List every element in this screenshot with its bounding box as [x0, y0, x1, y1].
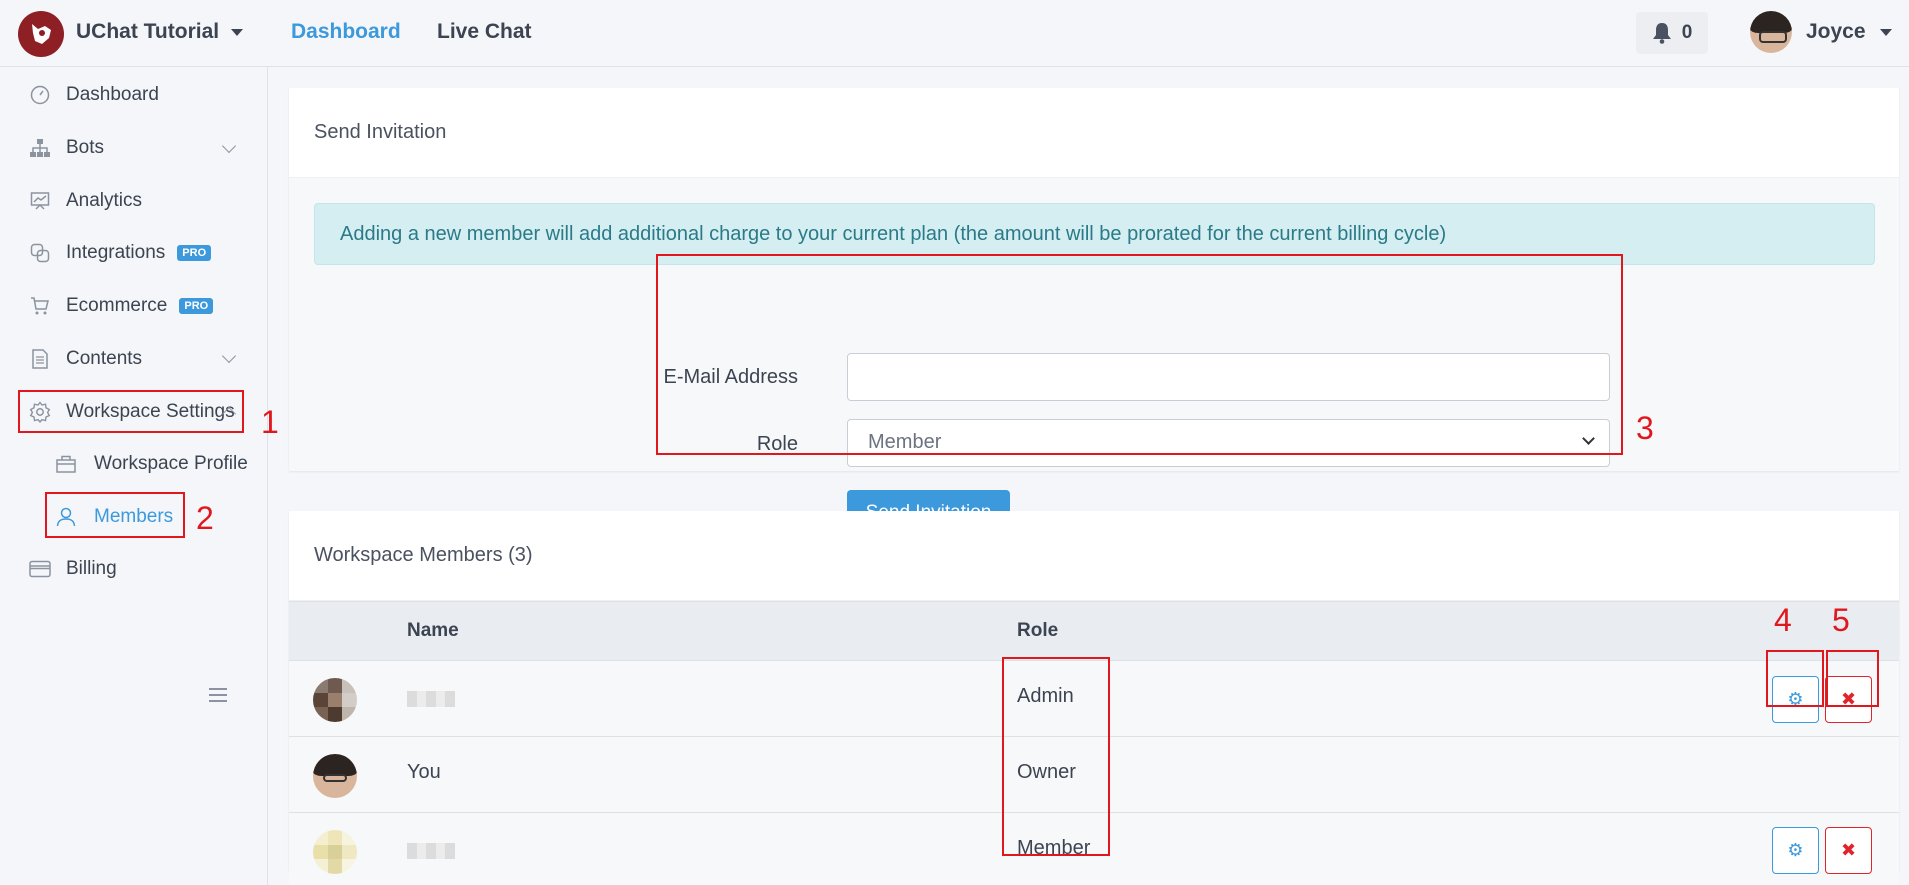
sidebar-item-workspace-profile[interactable]: Workspace Profile — [54, 453, 248, 475]
chevron-down-icon[interactable] — [221, 138, 237, 154]
collapse-sidebar-icon[interactable] — [209, 688, 227, 706]
annotation-number: 3 — [1636, 410, 1654, 446]
member-avatar — [313, 754, 357, 798]
cart-icon — [28, 295, 52, 317]
sidebar-item-bots[interactable]: Bots — [28, 137, 104, 159]
close-icon: ✖ — [1840, 840, 1857, 860]
sidebar-item-integrations[interactable]: Integrations PRO — [28, 242, 212, 264]
nav-dashboard[interactable]: Dashboard — [291, 20, 401, 44]
chart-icon — [28, 190, 52, 212]
sidebar-item-label: Ecommerce — [66, 295, 168, 316]
link-icon — [28, 242, 52, 264]
credit-card-icon — [28, 558, 52, 580]
notifications-button[interactable]: 0 — [1636, 12, 1708, 54]
bell-icon — [1652, 23, 1671, 44]
chevron-down-icon[interactable] — [221, 348, 237, 364]
annotation-number: 4 — [1774, 602, 1792, 638]
annotation-box-remove-button — [1826, 650, 1879, 707]
annotation-number: 2 — [196, 500, 214, 536]
annotation-number: 5 — [1832, 602, 1850, 638]
workspace-name: UChat Tutorial — [76, 20, 220, 43]
card-title: Send Invitation — [289, 88, 1899, 178]
sidebar-item-ecommerce[interactable]: Ecommerce PRO — [28, 295, 214, 317]
brand-logo-icon[interactable] — [18, 11, 64, 57]
sidebar-item-label: Bots — [66, 137, 105, 158]
annotation-box-members — [45, 492, 185, 538]
table-header: Name Role — [289, 601, 1899, 661]
sidebar-item-label: Integrations — [66, 242, 166, 263]
pro-badge: PRO — [177, 245, 212, 261]
notification-count: 0 — [1681, 22, 1693, 43]
document-icon — [28, 348, 52, 370]
briefcase-icon — [54, 453, 78, 475]
member-avatar — [313, 678, 357, 722]
sidebar: Dashboard Bots Analytics Integrations PR… — [0, 67, 268, 885]
card-title: Workspace Members (3) — [289, 511, 1899, 601]
user-avatar — [1750, 11, 1792, 53]
caret-down-icon — [231, 28, 244, 36]
member-settings-button[interactable]: ⚙ — [1772, 827, 1819, 874]
sitemap-icon — [28, 137, 52, 159]
top-navbar: UChat Tutorial Dashboard Live Chat 0 Joy… — [0, 0, 1909, 67]
pro-badge: PRO — [179, 298, 214, 314]
sidebar-item-analytics[interactable]: Analytics — [28, 190, 142, 212]
member-avatar — [313, 830, 357, 874]
remove-member-button[interactable]: ✖ — [1825, 827, 1872, 874]
caret-down-icon — [1879, 28, 1892, 36]
sidebar-item-contents[interactable]: Contents — [28, 348, 142, 370]
annotation-number: 1 — [261, 404, 279, 440]
member-name-redacted — [407, 691, 455, 707]
sidebar-item-label: Analytics — [66, 190, 143, 211]
gear-icon: ⚙ — [1787, 840, 1804, 860]
sidebar-item-dashboard[interactable]: Dashboard — [28, 84, 159, 106]
column-header-role: Role — [1017, 620, 1059, 641]
sidebar-item-label: Dashboard — [66, 84, 159, 105]
annotation-box-settings-button — [1766, 650, 1824, 707]
column-header-name: Name — [407, 620, 459, 641]
nav-live-chat[interactable]: Live Chat — [437, 20, 532, 44]
user-name: Joyce — [1806, 20, 1866, 43]
sidebar-item-label: Contents — [66, 348, 143, 369]
annotation-box-roles — [1002, 657, 1110, 856]
annotation-box-workspace-settings — [18, 390, 244, 433]
sidebar-item-billing[interactable]: Billing — [28, 558, 117, 580]
dashboard-icon — [28, 84, 52, 106]
user-menu[interactable]: Joyce — [1750, 11, 1892, 53]
member-name-redacted — [407, 843, 455, 859]
member-name: You — [407, 761, 441, 783]
sidebar-item-label: Workspace Profile — [94, 453, 248, 474]
sidebar-item-label: Billing — [66, 558, 117, 579]
workspace-switcher[interactable]: UChat Tutorial — [76, 20, 244, 44]
annotation-box-invite-form — [656, 254, 1623, 455]
